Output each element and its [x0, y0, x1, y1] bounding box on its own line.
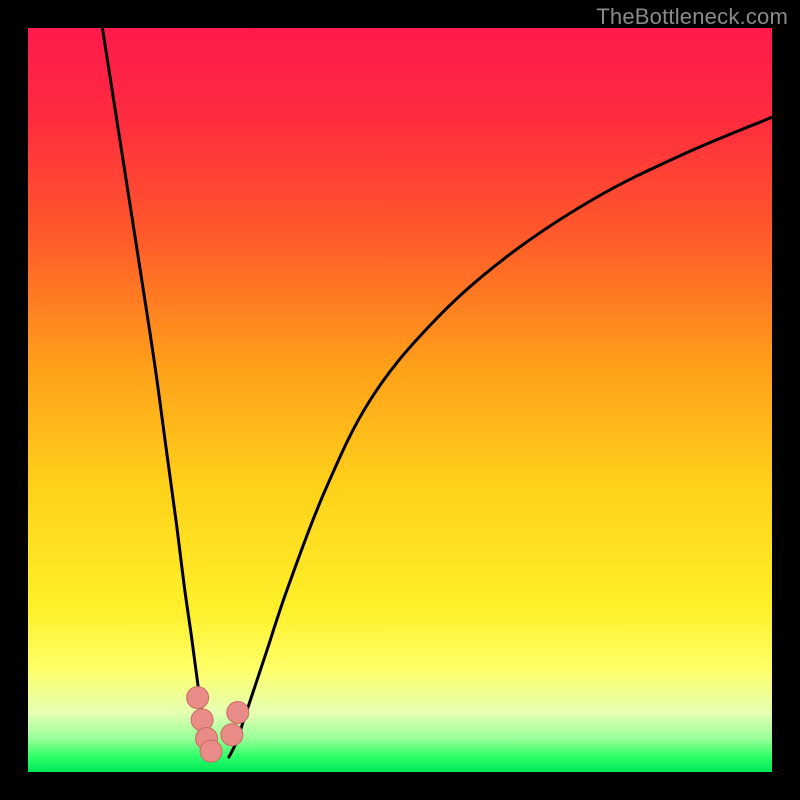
- marker-group: [187, 687, 249, 763]
- data-marker: [200, 740, 222, 762]
- data-marker: [221, 724, 243, 746]
- curves-layer: [28, 28, 772, 772]
- data-marker: [227, 701, 249, 723]
- plot-area: [28, 28, 772, 772]
- chart-frame: TheBottleneck.com: [0, 0, 800, 800]
- watermark-text: TheBottleneck.com: [596, 4, 788, 30]
- left-branch-curve: [102, 28, 214, 757]
- data-marker: [187, 687, 209, 709]
- right-branch-curve: [229, 117, 772, 757]
